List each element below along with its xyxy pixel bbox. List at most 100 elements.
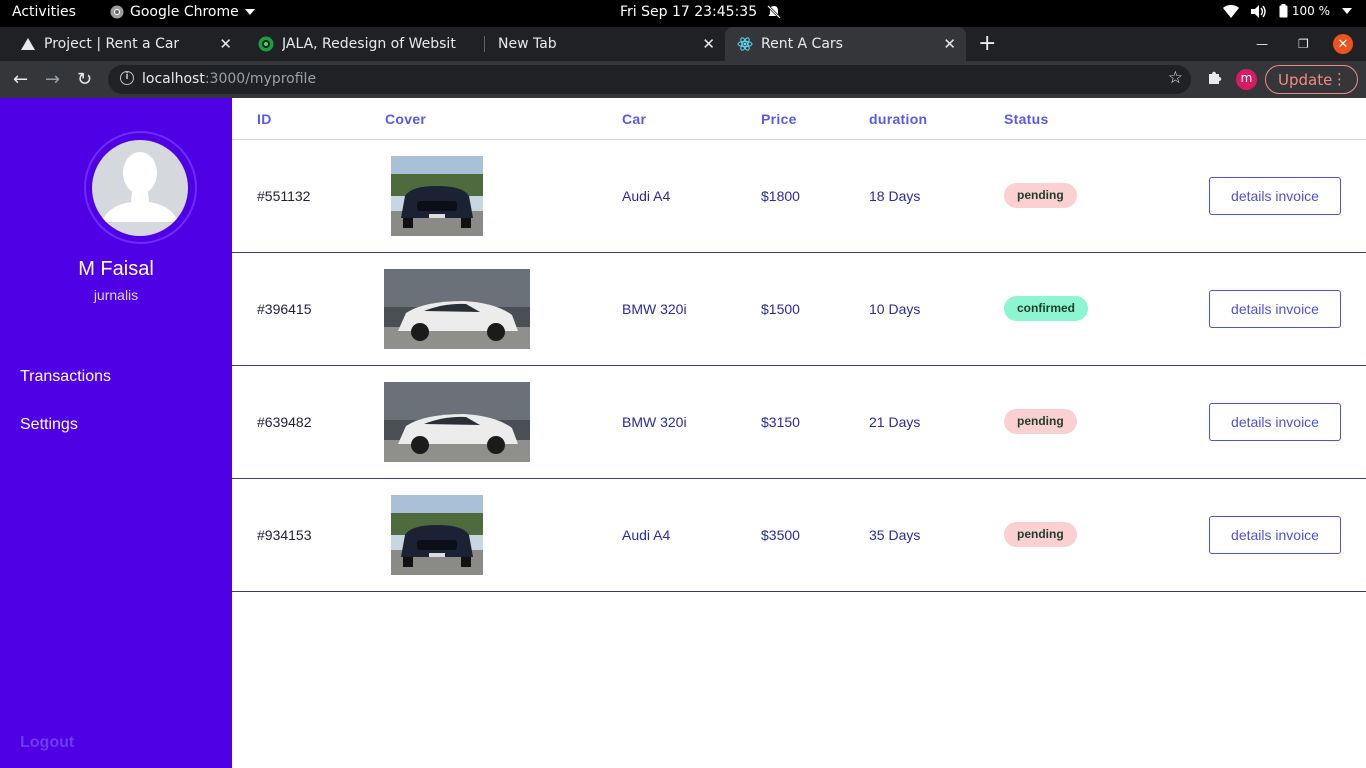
duration: 18 Days <box>869 188 921 204</box>
chrome-icon <box>110 5 124 19</box>
info-icon[interactable]: i <box>120 71 134 85</box>
battery-level: 100 % <box>1291 4 1330 18</box>
extensions-puzzle-icon[interactable] <box>1206 69 1223 86</box>
details-invoice-button[interactable]: details invoice <box>1209 290 1341 328</box>
transaction-id: #934153 <box>257 527 312 543</box>
price: $1500 <box>761 301 800 317</box>
car-name: Audi A4 <box>622 188 671 204</box>
status-badge: confirmed <box>1004 296 1089 321</box>
transaction-id: #396415 <box>257 301 312 317</box>
tab-project[interactable]: Project | Rent a Car ✕ <box>0 27 242 61</box>
close-icon[interactable]: ✕ <box>219 35 232 53</box>
battery-icon <box>1279 4 1288 18</box>
profile-name: M Faisal <box>78 258 154 280</box>
header-duration: duration <box>869 111 928 127</box>
duration: 10 Days <box>869 301 921 317</box>
car-name: Audi A4 <box>622 527 671 543</box>
reload-icon[interactable]: ↻ <box>77 69 92 90</box>
header-car: Car <box>622 111 647 127</box>
triangle-logo-icon <box>21 38 35 50</box>
price: $3500 <box>761 527 800 543</box>
nav-settings[interactable]: Settings <box>20 416 78 434</box>
url-path: :3000/myprofile <box>204 71 317 87</box>
wifi-icon <box>1222 4 1239 18</box>
jala-logo-icon <box>258 36 274 52</box>
table-row: #551132 Audi A4 $1800 18 Days pending de… <box>232 140 1366 253</box>
tab-new-tab[interactable]: New Tab ✕ <box>485 27 725 61</box>
details-invoice-button[interactable]: details invoice <box>1209 177 1341 215</box>
duration: 21 Days <box>869 414 921 430</box>
close-icon[interactable]: ✕ <box>943 35 956 53</box>
tab-title: Project | Rent a Car <box>44 36 180 52</box>
table-row: #639482 BMW 320i $3150 21 Days pending d… <box>232 366 1366 479</box>
tab-rent-a-cars[interactable]: Rent A Cars ✕ <box>725 27 966 61</box>
table-row: #934153 Audi A4 $3500 35 Days pending de… <box>232 479 1366 592</box>
chevron-down-icon <box>244 9 255 15</box>
sidebar: M Faisal jurnalis Transactions Settings … <box>0 98 232 768</box>
profile-role: jurnalis <box>93 287 139 303</box>
browser-toolbar: ← → ↻ i localhost:3000/myprofile ☆ m Upd… <box>0 61 1366 98</box>
maximize-icon[interactable]: ❐ <box>1298 27 1309 61</box>
car-cover-image <box>391 156 483 236</box>
audi-car-photo <box>391 495 483 575</box>
transactions-table: ID Cover Car Price duration Status #5511… <box>232 98 1366 768</box>
nav-transactions[interactable]: Transactions <box>20 368 111 386</box>
app-name: Google Chrome <box>130 4 239 20</box>
activities-button[interactable]: Activities <box>12 4 76 20</box>
window-close-button[interactable]: ✕ <box>1333 27 1353 61</box>
car-cover-image <box>384 269 530 349</box>
details-invoice-button[interactable]: details invoice <box>1209 516 1341 554</box>
tab-title: Rent A Cars <box>761 36 843 52</box>
address-bar[interactable]: i localhost:3000/myprofile ☆ <box>108 65 1191 94</box>
status-badge: pending <box>1004 183 1077 208</box>
transaction-id: #639482 <box>257 414 312 430</box>
details-invoice-button[interactable]: details invoice <box>1209 403 1341 441</box>
notifications-off-icon <box>767 5 781 19</box>
tab-title: New Tab <box>498 36 557 52</box>
react-logo-icon <box>737 37 753 51</box>
update-button[interactable]: Update ⋮ <box>1265 65 1358 94</box>
system-tray[interactable]: 100 % <box>1222 4 1352 18</box>
car-name: BMW 320i <box>622 301 687 317</box>
close-icon[interactable]: ✕ <box>702 35 715 53</box>
clock-text: Fri Sep 17 23:45:35 <box>620 4 758 20</box>
tab-strip: Project | Rent a Car ✕ JALA, Redesign of… <box>0 27 1366 61</box>
forward-icon[interactable]: → <box>45 69 60 90</box>
profile-avatar[interactable]: m <box>1236 69 1257 90</box>
header-status: Status <box>1004 111 1049 127</box>
back-icon[interactable]: ← <box>13 69 28 90</box>
bmw-car-photo <box>384 382 530 462</box>
user-silhouette-icon <box>102 152 178 222</box>
tab-jala[interactable]: JALA, Redesign of Websit <box>242 27 484 61</box>
os-top-bar: Activities Google Chrome Fri Sep 17 23:4… <box>0 0 1366 27</box>
transaction-id: #551132 <box>257 188 311 204</box>
audi-car-photo <box>391 156 483 236</box>
table-row: #396415 BMW 320i $1500 10 Days confirmed… <box>232 253 1366 366</box>
header-id: ID <box>257 111 272 127</box>
volume-icon <box>1250 4 1266 18</box>
chevron-down-icon <box>1342 8 1352 14</box>
app-menu[interactable]: Google Chrome <box>110 4 255 20</box>
header-price: Price <box>761 111 797 127</box>
url-text[interactable]: localhost:3000/myprofile <box>142 71 316 87</box>
car-name: BMW 320i <box>622 414 687 430</box>
more-vert-icon: ⋮ <box>1332 70 1347 88</box>
bmw-car-photo <box>384 269 530 349</box>
new-tab-icon[interactable]: + <box>978 31 996 56</box>
close-icon: ✕ <box>1333 34 1353 54</box>
price: $1800 <box>761 188 800 204</box>
logout-link[interactable]: Logout <box>20 734 74 752</box>
update-label: Update <box>1278 70 1333 89</box>
clock[interactable]: Fri Sep 17 23:45:35 <box>620 4 781 20</box>
avatar <box>92 140 188 236</box>
bookmark-star-icon[interactable]: ☆ <box>1168 68 1183 88</box>
status-badge: pending <box>1004 409 1077 434</box>
duration: 35 Days <box>869 527 921 543</box>
url-host: localhost <box>142 71 205 87</box>
table-header: ID Cover Car Price duration Status <box>232 98 1366 140</box>
header-cover: Cover <box>385 111 427 127</box>
minimize-icon[interactable]: — <box>1256 27 1268 61</box>
status-badge: pending <box>1004 522 1077 547</box>
car-cover-image <box>384 382 530 462</box>
car-cover-image <box>391 495 483 575</box>
